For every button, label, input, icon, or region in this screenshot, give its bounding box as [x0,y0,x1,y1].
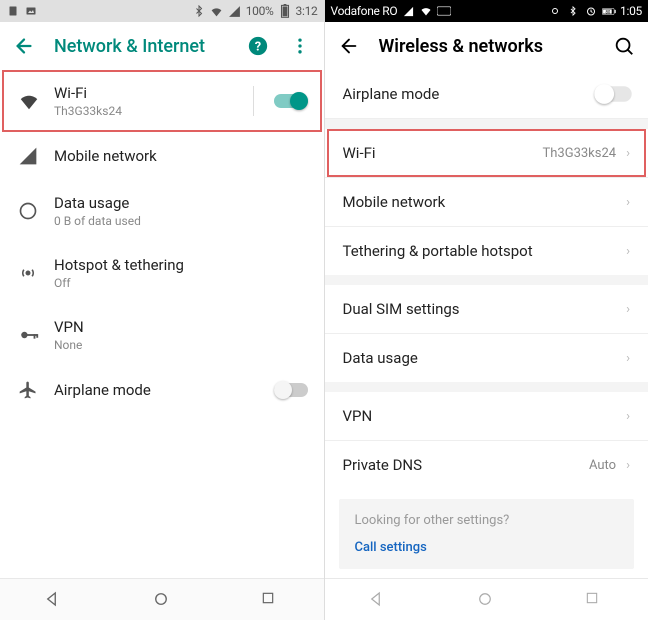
status-bar: Vodafone RO 80 1:05 [325,0,648,22]
more-icon[interactable] [288,34,312,58]
nav-back-icon[interactable] [368,590,388,610]
row-label: VPN [54,318,308,336]
page-title: Wireless & networks [379,36,595,57]
card-hint: Looking for other settings? [355,513,619,528]
divider [325,382,648,392]
battery-icon: 80 [602,4,616,18]
row-label: Dual SIM settings [343,300,627,318]
row-mobile-network[interactable]: Mobile network › [325,178,648,227]
svg-text:?: ? [254,40,260,55]
bluetooth-icon [566,4,580,18]
clock: 3:12 [296,4,318,18]
chevron-right-icon: › [626,195,630,210]
back-icon[interactable] [337,34,361,58]
nav-home-icon[interactable] [152,590,172,610]
row-wifi[interactable]: Wi-Fi Th3G33ks24 › [325,129,648,178]
row-label: Hotspot & tethering [54,256,308,274]
row-sub: Th3G33ks24 [54,104,253,118]
row-label: Wi-Fi [343,144,543,162]
row-label: Data usage [54,194,308,212]
status-bar: 100% 3:12 [0,0,324,22]
carrier: Vodafone RO [331,4,398,18]
vpn-key-icon [18,324,54,346]
row-label: Private DNS [343,456,589,474]
nav-home-icon[interactable] [476,590,496,610]
nav-recents-icon[interactable] [584,590,604,610]
page-title: Network & Internet [54,36,228,57]
row-label: Mobile network [343,193,627,211]
row-data-usage[interactable]: Data usage 0 B of data used [0,180,324,242]
settings-list: Wi-Fi Th3G33ks24 Mobile network Data usa… [0,70,324,578]
row-vpn[interactable]: VPN › [325,392,648,441]
search-icon[interactable] [612,34,636,58]
separator [253,86,254,116]
signal-icon [228,4,242,18]
wifi-icon [210,4,224,18]
hotspot-icon [18,263,54,283]
help-icon[interactable]: ? [246,34,270,58]
nav-bar [325,578,648,620]
app-bar: Network & Internet ? [0,22,324,70]
row-value: Auto [589,458,616,473]
image-icon [24,4,38,18]
airplane-icon [18,380,54,400]
row-label: Wi-Fi [54,84,253,102]
airplane-toggle[interactable] [594,84,631,104]
row-airplane[interactable]: Airplane mode [0,366,324,414]
row-value: Th3G33ks24 [542,146,616,161]
row-hotspot[interactable]: Hotspot & tethering Off [0,242,324,304]
row-dual-sim[interactable]: Dual SIM settings › [325,285,648,334]
wifi-toggle[interactable] [274,92,308,110]
chevron-right-icon: › [626,244,630,259]
battery-icon [278,4,292,18]
airplane-toggle[interactable] [274,381,308,399]
alarm-icon [584,4,598,18]
settings-list: Airplane mode Wi-Fi Th3G33ks24 › Mobile n… [325,70,648,578]
nav-recents-icon[interactable] [260,590,280,610]
data-usage-icon [18,201,54,221]
svg-text:80: 80 [606,10,611,15]
call-settings-link[interactable]: Call settings [355,540,619,555]
row-sub: Off [54,276,308,290]
app-bar: Wireless & networks [325,22,648,70]
nav-bar [0,578,324,620]
row-label: Mobile network [54,147,308,165]
row-label: Data usage [343,349,627,367]
row-data-usage[interactable]: Data usage › [325,334,648,382]
back-icon[interactable] [12,34,36,58]
row-sub: 0 B of data used [54,214,308,228]
divider [325,119,648,129]
row-airplane[interactable]: Airplane mode [325,70,648,119]
wifi-icon [18,90,54,112]
row-label: VPN [343,407,627,425]
wifi-icon [419,4,433,18]
other-settings-card: Looking for other settings? Call setting… [339,499,635,569]
doc-icon [6,4,20,18]
clock: 1:05 [620,4,642,18]
row-tethering[interactable]: Tethering & portable hotspot › [325,227,648,275]
chevron-right-icon: › [626,458,630,473]
eye-comfort-icon [548,4,562,18]
divider [325,275,648,285]
chevron-right-icon: › [626,409,630,424]
chevron-right-icon: › [626,302,630,317]
chevron-right-icon: › [626,146,630,161]
volte-icon [437,4,451,18]
row-label: Airplane mode [54,381,274,399]
signal-icon [401,4,415,18]
chevron-right-icon: › [626,351,630,366]
row-sub: None [54,338,308,352]
row-private-dns[interactable]: Private DNS Auto › [325,441,648,489]
row-label: Tethering & portable hotspot [343,242,627,260]
bluetooth-icon [192,4,206,18]
row-label: Airplane mode [343,85,597,103]
signal-icon [18,146,54,166]
row-wifi[interactable]: Wi-Fi Th3G33ks24 [0,70,324,132]
battery-pct: 100% [246,4,274,18]
row-vpn[interactable]: VPN None [0,304,324,366]
row-mobile-network[interactable]: Mobile network [0,132,324,180]
nav-back-icon[interactable] [44,590,64,610]
